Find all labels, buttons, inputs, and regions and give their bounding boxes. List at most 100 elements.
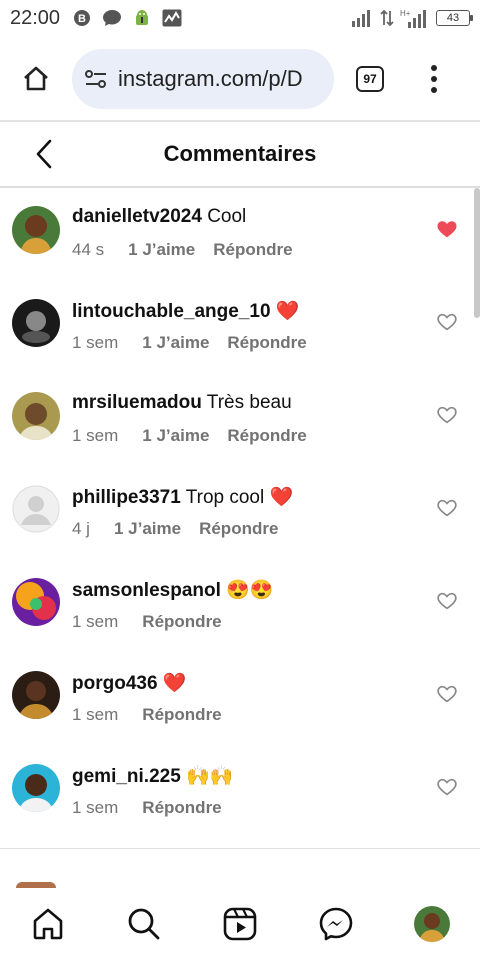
avatar[interactable] <box>12 206 60 254</box>
battery-icon: 43 <box>436 10 473 26</box>
reply-button[interactable]: Répondre <box>213 240 292 260</box>
reels-icon <box>223 907 257 941</box>
svg-text:B: B <box>78 13 86 25</box>
reply-button[interactable]: Répondre <box>142 705 221 725</box>
comments-bottom-divider <box>0 848 480 849</box>
avatar[interactable] <box>12 764 60 812</box>
comment-body: Cool <box>201 206 247 227</box>
messenger-icon <box>319 907 353 941</box>
profile-avatar <box>414 906 450 942</box>
reply-button[interactable]: Répondre <box>227 426 306 446</box>
data-transfer-icon <box>380 9 394 27</box>
avatar[interactable] <box>12 299 60 347</box>
comment-time: 1 sem <box>72 426 119 445</box>
status-notification-icons: B <box>72 8 182 28</box>
comment-item: danielletv2024 Cool 44 s 1 J’aime Répond… <box>0 188 480 281</box>
comment-username[interactable]: samsonlespanol <box>72 580 221 601</box>
heart-outline-icon[interactable] <box>436 776 458 798</box>
comment-username[interactable]: gemi_ni.225 <box>72 766 181 787</box>
nav-reels-button[interactable] <box>218 902 262 946</box>
heart-outline-icon[interactable] <box>436 404 458 426</box>
home-icon <box>33 908 63 940</box>
comment-meta: 1 sem Répondre <box>72 798 222 818</box>
site-settings-icon[interactable] <box>84 68 108 90</box>
browser-toolbar: instagram.com/p/D 97 <box>0 40 480 118</box>
comment-meta: 1 sem Répondre <box>72 612 222 632</box>
comment-like-count[interactable]: 1 J’aime <box>114 519 181 539</box>
comment-username[interactable]: lintouchable_ange_10 <box>72 301 271 322</box>
comment-like-count[interactable]: 1 J’aime <box>142 333 209 353</box>
comment-time: 1 sem <box>72 333 119 352</box>
comment-text: danielletv2024 Cool <box>72 206 246 228</box>
battery-level: 43 <box>446 12 460 24</box>
home-outline-icon <box>24 66 48 91</box>
page-title: Commentaires <box>163 141 317 166</box>
svg-text:H+: H+ <box>400 9 411 18</box>
avatar[interactable] <box>12 578 60 626</box>
tab-switcher-button[interactable]: 97 <box>356 66 384 92</box>
nav-home-button[interactable] <box>26 902 70 946</box>
comment-time: 1 sem <box>72 705 119 724</box>
bitcoin-icon: B <box>72 8 92 28</box>
nav-messenger-button[interactable] <box>314 902 358 946</box>
comment-like-count[interactable]: 1 J’aime <box>142 426 209 446</box>
comment-body: 😍😍 <box>220 580 274 601</box>
avatar[interactable] <box>12 485 60 533</box>
comment-time: 44 s <box>72 240 105 259</box>
browser-home-button[interactable] <box>14 57 58 101</box>
comment-username[interactable]: porgo436 <box>72 673 158 694</box>
chat-bubble-icon <box>102 8 122 28</box>
heart-outline-icon[interactable] <box>436 497 458 519</box>
android-debug-icon <box>132 8 152 28</box>
heart-outline-icon[interactable] <box>436 683 458 705</box>
comment-body: ❤️ <box>270 301 300 322</box>
menu-dot <box>431 65 437 71</box>
comment-time: 1 sem <box>72 798 119 817</box>
reply-button[interactable]: Répondre <box>142 612 221 632</box>
scrollbar[interactable] <box>474 188 480 318</box>
bottom-navigation <box>0 888 480 960</box>
comment-text: gemi_ni.225 🙌🙌 <box>72 764 233 788</box>
comment-time: 4 j <box>72 519 90 538</box>
tab-count: 97 <box>363 72 377 86</box>
comment-meta: 1 sem 1 J’aime Répondre <box>72 333 307 353</box>
browser-menu-button[interactable] <box>424 61 444 97</box>
signal-hplus-icon: H+ <box>400 9 426 28</box>
comment-text: lintouchable_ange_10 ❤️ <box>72 299 299 323</box>
heart-outline-icon[interactable] <box>436 311 458 333</box>
comment-username[interactable]: danielletv2024 <box>72 206 202 227</box>
comment-meta: 1 sem Répondre <box>72 705 222 725</box>
signal-strength-icon <box>352 10 370 27</box>
reply-button[interactable]: Répondre <box>142 798 221 818</box>
back-button[interactable] <box>24 134 64 174</box>
reply-button[interactable]: Répondre <box>199 519 278 539</box>
comment-text: samsonlespanol 😍😍 <box>72 578 273 602</box>
comment-meta: 4 j 1 J’aime Répondre <box>72 519 278 539</box>
comment-body: Trop cool ❤️ <box>180 487 294 508</box>
avatar[interactable] <box>12 392 60 440</box>
comment-body: 🙌🙌 <box>180 766 234 787</box>
comment-item: gemi_ni.225 🙌🙌 1 sem Répondre <box>0 746 480 839</box>
comment-item: mrsiluemadou Très beau 1 sem 1 J’aime Ré… <box>0 374 480 467</box>
comment-like-count[interactable]: 1 J’aime <box>128 240 195 260</box>
comments-list: danielletv2024 Cool 44 s 1 J’aime Répond… <box>0 188 480 839</box>
comment-meta: 1 sem 1 J’aime Répondre <box>72 426 307 446</box>
comment-username[interactable]: phillipe3371 <box>72 487 181 508</box>
comment-text: mrsiluemadou Très beau <box>72 392 292 414</box>
url-text[interactable]: instagram.com/p/D <box>118 66 303 92</box>
address-bar[interactable]: instagram.com/p/D <box>72 49 334 109</box>
reply-button[interactable]: Répondre <box>227 333 306 353</box>
nav-search-button[interactable] <box>122 902 166 946</box>
avatar[interactable] <box>12 671 60 719</box>
comment-text: phillipe3371 Trop cool ❤️ <box>72 485 293 509</box>
comment-item: phillipe3371 Trop cool ❤️ 4 j 1 J’aime R… <box>0 467 480 560</box>
heart-outline-icon[interactable] <box>436 590 458 612</box>
heart-filled-icon[interactable] <box>436 218 458 240</box>
menu-dot <box>431 87 437 93</box>
status-time: 22:00 <box>10 6 61 29</box>
nav-profile-button[interactable] <box>410 902 454 946</box>
comment-username[interactable]: mrsiluemadou <box>72 392 202 413</box>
status-bar: 22:00 B H+ 43 <box>0 0 480 36</box>
comment-body: ❤️ <box>157 673 187 694</box>
comments-header: Commentaires <box>0 122 480 186</box>
